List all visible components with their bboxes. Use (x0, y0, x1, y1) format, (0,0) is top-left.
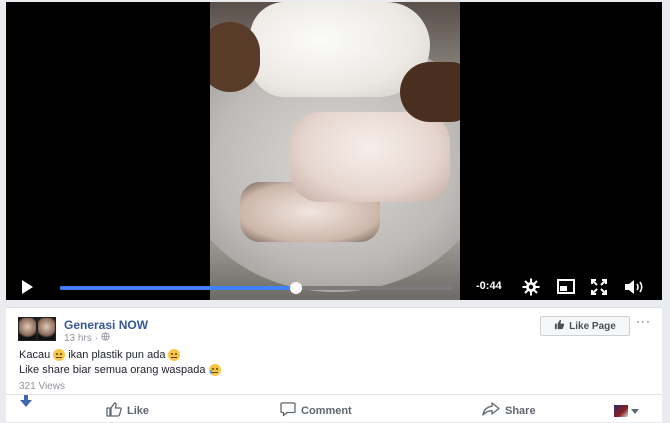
video-fish-shape (290, 112, 450, 202)
comment-button[interactable]: Comment (280, 402, 352, 420)
more-options-button[interactable]: ··· (636, 314, 651, 328)
avatar-face (38, 318, 55, 340)
crying-emoji-icon (208, 364, 221, 376)
comment-icon (280, 402, 296, 420)
time-remaining: -0:44 (476, 280, 502, 292)
share-button[interactable]: Share (482, 402, 536, 419)
share-icon (482, 402, 500, 419)
mini-player-icon[interactable] (557, 279, 575, 294)
like-page-button[interactable]: Like Page (540, 316, 630, 336)
caption-text: Kacau (19, 349, 51, 361)
share-as-selector[interactable] (614, 402, 639, 420)
caption-line-1: Kacau ikan plastik pun ada (19, 349, 181, 361)
avatar (614, 405, 628, 417)
progress-fill (60, 286, 296, 290)
thumbs-up-icon (554, 319, 565, 333)
view-count: 321 Views (19, 381, 65, 392)
video-frame[interactable] (210, 2, 460, 300)
avatar-face (19, 318, 36, 340)
action-bar: Like Comment Share (6, 394, 662, 423)
unamused-emoji-icon (53, 349, 66, 361)
caption-text: ikan plastik pun ada (68, 349, 166, 361)
volume-icon[interactable] (624, 279, 646, 295)
page-name-link[interactable]: Generasi NOW (64, 318, 148, 332)
post-timestamp[interactable]: 13 hrs (64, 333, 92, 344)
post-meta: 13 hrs · (64, 332, 110, 344)
share-label: Share (505, 404, 536, 417)
comment-label: Comment (301, 405, 352, 417)
progress-knob[interactable] (289, 282, 302, 294)
play-icon[interactable] (20, 279, 34, 295)
video-controls: -0:44 (6, 274, 662, 300)
arrow-down-icon[interactable] (20, 395, 32, 407)
like-button[interactable]: Like (106, 402, 149, 420)
globe-icon (101, 332, 110, 344)
caption-line-2: Like share biar semua orang waspada (19, 364, 221, 376)
thumbs-up-icon (106, 402, 122, 420)
settings-icon[interactable] (522, 278, 540, 296)
meta-separator: · (94, 332, 99, 344)
video-hand-shape (400, 62, 460, 122)
unamused-emoji-icon (168, 349, 181, 361)
caption-text: Like share biar semua orang waspada (19, 364, 206, 376)
avatar[interactable] (18, 317, 56, 341)
video-player[interactable]: -0:44 (6, 2, 662, 300)
post-card: Generasi NOW 13 hrs · Like Page ··· Kaca… (6, 307, 662, 422)
progress-bar[interactable] (60, 282, 453, 294)
caret-down-icon (631, 402, 639, 420)
video-hand-shape (210, 22, 260, 92)
fullscreen-icon[interactable] (591, 279, 607, 295)
like-label: Like (127, 405, 150, 417)
like-page-label: Like Page (569, 320, 616, 332)
